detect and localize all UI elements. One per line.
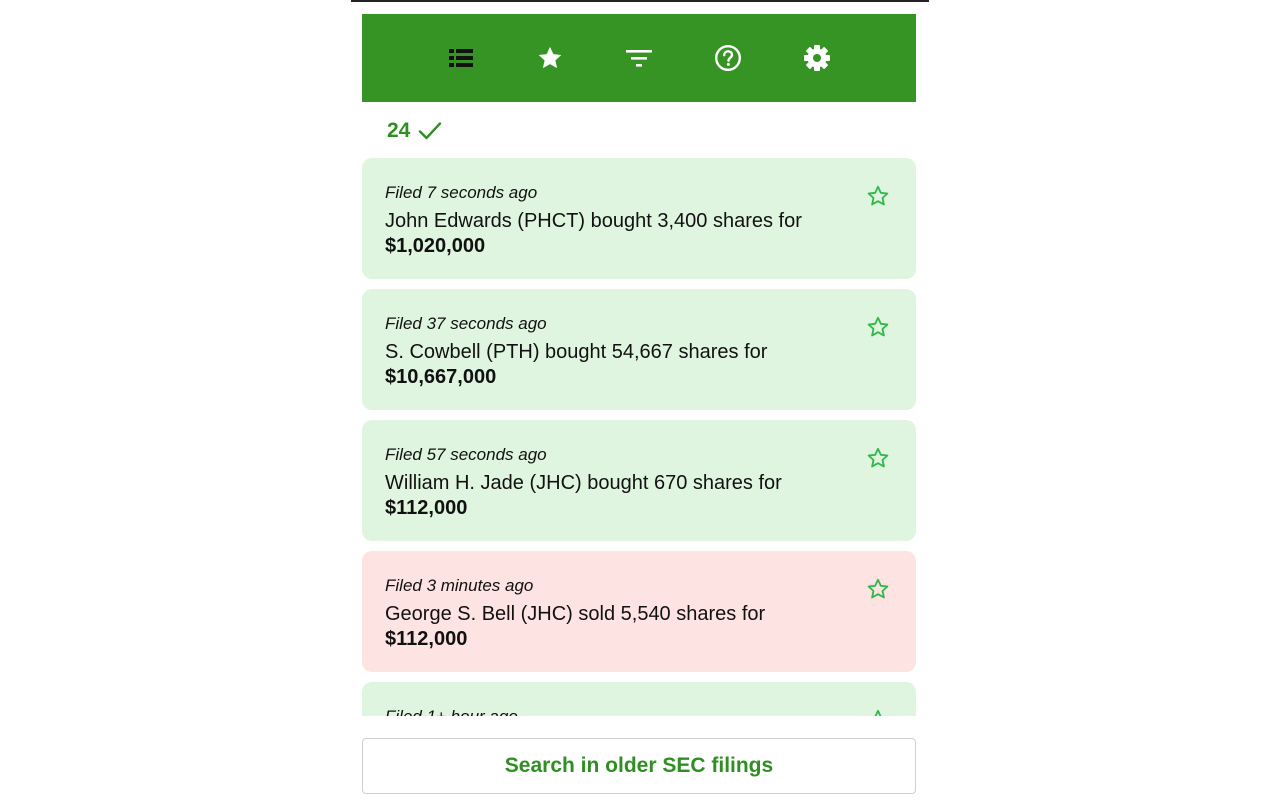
filing-amount: $112,000 bbox=[385, 628, 468, 650]
filing-amount: $10,667,000 bbox=[385, 366, 497, 388]
search-older-filings-button[interactable]: Search in older SEC filings bbox=[362, 738, 916, 794]
check-icon bbox=[419, 122, 442, 140]
filing-card[interactable]: Filed 3 minutes ago George S. Bell (JHC) … bbox=[362, 551, 916, 672]
star-icon[interactable] bbox=[866, 577, 890, 601]
filing-description: William H. Jade (JHC) bought 670 shares … bbox=[385, 471, 846, 521]
filing-card[interactable]: Filed 37 seconds ago S. Cowbell (PTH) bou… bbox=[362, 289, 916, 410]
count-value: 24 bbox=[387, 119, 411, 142]
filing-time: Filed 37 seconds ago bbox=[385, 314, 547, 333]
filing-description: George S. Bell (JHC) sold 5,540 shares f… bbox=[385, 602, 846, 652]
filing-description: John Edwards (PHCT) bought 3,400 shares … bbox=[385, 209, 846, 259]
top-divider bbox=[351, 0, 929, 2]
star-icon[interactable] bbox=[866, 315, 890, 339]
filing-summary: John Edwards (PHCT) bought 3,400 shares … bbox=[385, 210, 802, 232]
help-icon[interactable] bbox=[714, 44, 742, 72]
filing-card[interactable]: Filed 7 seconds ago John Edwards (PHCT) b… bbox=[362, 158, 916, 279]
filing-summary: William H. Jade (JHC) bought 670 shares … bbox=[385, 472, 782, 494]
filing-time: Filed 7 seconds ago bbox=[385, 183, 538, 202]
filing-time: Filed 57 seconds ago bbox=[385, 445, 547, 464]
filing-card[interactable]: Filed 1+ hour ago bbox=[362, 682, 916, 716]
list-icon[interactable] bbox=[447, 44, 475, 72]
star-icon[interactable] bbox=[866, 184, 890, 208]
star-icon[interactable] bbox=[866, 446, 890, 470]
filings-list: Filed 7 seconds ago John Edwards (PHCT) b… bbox=[362, 158, 916, 716]
filing-amount: $1,020,000 bbox=[385, 235, 486, 257]
star-icon[interactable] bbox=[866, 708, 890, 716]
filing-time: Filed 3 minutes ago bbox=[385, 576, 534, 595]
filter-icon[interactable] bbox=[625, 44, 653, 72]
toolbar bbox=[362, 14, 916, 102]
star-icon[interactable] bbox=[536, 44, 564, 72]
filing-time: Filed 1+ hour ago bbox=[385, 707, 846, 716]
search-button-label: Search in older SEC filings bbox=[504, 754, 774, 777]
filing-summary: S. Cowbell (PTH) bought 54,667 shares fo… bbox=[385, 341, 768, 363]
filing-description: S. Cowbell (PTH) bought 54,667 shares fo… bbox=[385, 340, 846, 390]
filing-summary: George S. Bell (JHC) sold 5,540 shares f… bbox=[385, 603, 766, 625]
settings-icon[interactable] bbox=[803, 44, 831, 72]
filing-amount: $112,000 bbox=[385, 497, 468, 519]
filing-card[interactable]: Filed 57 seconds ago William H. Jade (JHC… bbox=[362, 420, 916, 541]
filings-count: 24 bbox=[387, 117, 442, 145]
